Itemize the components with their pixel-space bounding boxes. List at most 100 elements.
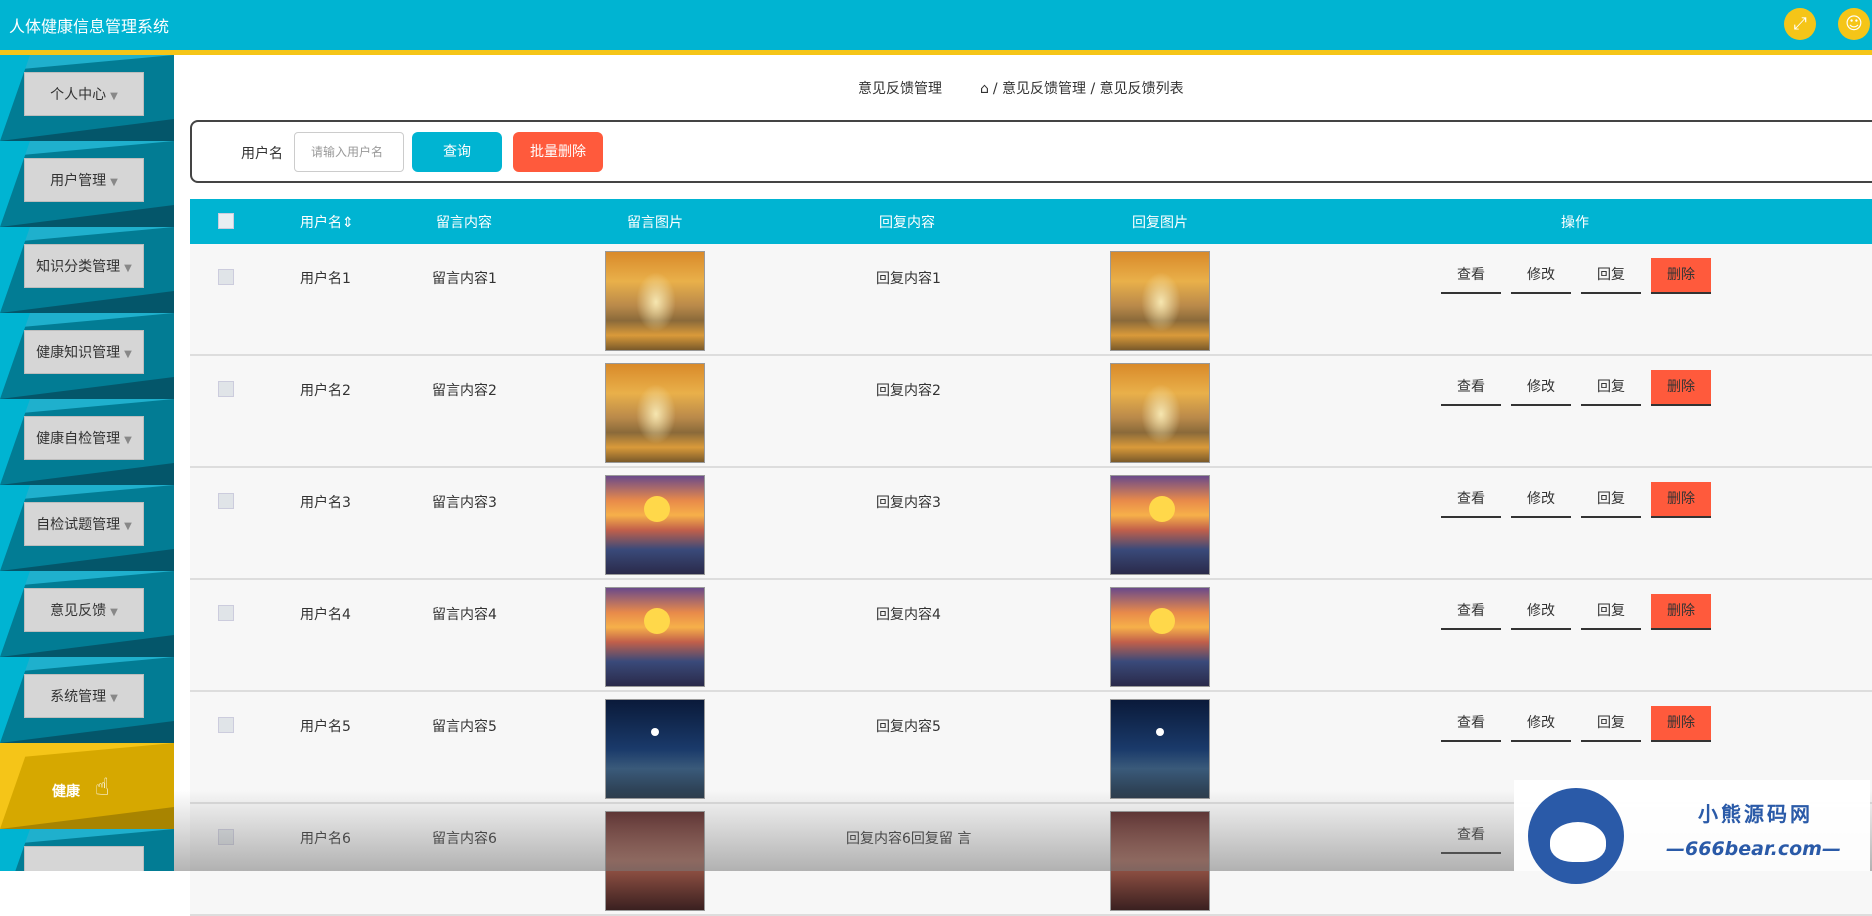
delete-button[interactable]: 删除 [1651, 370, 1711, 406]
sidebar-item-health-knowledge[interactable]: 健康知识管理 ▼ [0, 313, 174, 399]
reply-button[interactable]: 回复 [1581, 370, 1641, 406]
reply-image[interactable] [1110, 363, 1210, 463]
reply-image[interactable] [1110, 251, 1210, 351]
caret-down-icon: ▼ [110, 607, 118, 618]
sidebar-item-feedback[interactable]: 意见反馈 ▼ [0, 571, 174, 657]
caret-down-icon: ▼ [124, 263, 132, 274]
sidebar-button[interactable]: 健康知识管理 ▼ [24, 330, 144, 374]
sidebar-button[interactable] [24, 846, 144, 871]
reply-image[interactable] [1110, 811, 1210, 911]
caret-down-icon: ▼ [124, 521, 132, 532]
user-icon[interactable]: ☺ [1838, 8, 1870, 40]
row-checkbox[interactable] [218, 717, 234, 733]
header-reply-image: 回复图片 [1132, 215, 1188, 231]
cell-username: 用户名1 [300, 271, 351, 287]
view-button[interactable]: 查看 [1441, 370, 1501, 406]
edit-button[interactable]: 修改 [1511, 706, 1571, 742]
header-message-image: 留言图片 [627, 215, 683, 231]
delete-button[interactable]: 删除 [1651, 706, 1711, 742]
row-checkbox[interactable] [218, 381, 234, 397]
delete-button[interactable]: 删除 [1651, 594, 1711, 630]
cell-reply: 回复内容1 [876, 271, 941, 287]
table-row: 用户名1 留言内容1 回复内容1 查看 修改 回复 删除 [190, 244, 1872, 356]
cell-message: 留言内容4 [432, 607, 497, 623]
view-button[interactable]: 查看 [1441, 258, 1501, 294]
cell-reply: 回复内容2 [876, 383, 941, 399]
sidebar-item-partial[interactable] [0, 829, 174, 871]
sidebar-item-user-management[interactable]: 用户管理 ▼ [0, 141, 174, 227]
row-checkbox[interactable] [218, 493, 234, 509]
sidebar-button[interactable]: 用户管理 ▼ [24, 158, 144, 202]
sidebar-button[interactable]: 自检试题管理 ▼ [24, 502, 144, 546]
reply-image[interactable] [1110, 587, 1210, 687]
sidebar-item-health-active[interactable]: 健康 ☝ [0, 743, 174, 829]
message-image[interactable] [605, 699, 705, 799]
reply-button[interactable]: 回复 [1581, 482, 1641, 518]
caret-down-icon: ▼ [124, 349, 132, 360]
caret-down-icon: ▼ [110, 177, 118, 188]
watermark-logo: 小熊源码网 —666bear.com— [1514, 780, 1870, 884]
row-checkbox[interactable] [218, 829, 234, 845]
fullscreen-icon[interactable]: ⤢ [1784, 8, 1816, 40]
sidebar-item-label: 健康知识管理 [36, 345, 121, 361]
delete-button[interactable]: 删除 [1651, 258, 1711, 294]
message-image[interactable] [605, 363, 705, 463]
sidebar-item-personal-center[interactable]: 个人中心 ▼ [0, 55, 174, 141]
edit-button[interactable]: 修改 [1511, 482, 1571, 518]
sidebar-item-label: 健康 [52, 784, 80, 800]
cell-reply: 回复内容3 [876, 495, 941, 511]
reply-image[interactable] [1110, 475, 1210, 575]
view-button[interactable]: 查看 [1441, 706, 1501, 742]
header-message: 留言内容 [436, 215, 492, 231]
edit-button[interactable]: 修改 [1511, 370, 1571, 406]
select-all-checkbox[interactable] [218, 213, 234, 229]
breadcrumb: 意见反馈管理 ⌂ / 意见反馈管理 / 意见反馈列表 [190, 72, 1872, 104]
sidebar-button[interactable]: 个人中心 ▼ [24, 72, 144, 116]
row-checkbox[interactable] [218, 605, 234, 621]
reply-button[interactable]: 回复 [1581, 258, 1641, 294]
breadcrumb-text[interactable]: / 意见反馈管理 / 意见反馈列表 [993, 81, 1184, 97]
sidebar-button[interactable]: 知识分类管理 ▼ [24, 244, 144, 288]
sidebar-item-label: 个人中心 [50, 87, 107, 103]
home-icon[interactable]: ⌂ [980, 81, 989, 97]
table-row: 用户名2 留言内容2 回复内容2 查看 修改 回复 删除 [190, 356, 1872, 468]
cell-message: 留言内容1 [432, 271, 497, 287]
view-button[interactable]: 查看 [1441, 482, 1501, 518]
top-bar-stripe [0, 50, 1872, 55]
watermark-url: —666bear.com— [1666, 838, 1841, 860]
edit-button[interactable]: 修改 [1511, 594, 1571, 630]
batch-delete-button[interactable]: 批量删除 [513, 132, 603, 172]
caret-down-icon: ▼ [110, 91, 118, 102]
sidebar-item-self-check[interactable]: 健康自检管理 ▼ [0, 399, 174, 485]
sidebar-item-system[interactable]: 系统管理 ▼ [0, 657, 174, 743]
sidebar-item-label: 系统管理 [50, 689, 107, 705]
message-image[interactable] [605, 587, 705, 687]
sidebar-item-category-management[interactable]: 知识分类管理 ▼ [0, 227, 174, 313]
sidebar-button[interactable]: 意见反馈 ▼ [24, 588, 144, 632]
header-username[interactable]: 用户名⇕ [300, 212, 354, 232]
sidebar-button[interactable]: 系统管理 ▼ [24, 674, 144, 718]
sidebar-button[interactable]: 健康自检管理 ▼ [24, 416, 144, 460]
header-reply: 回复内容 [879, 215, 935, 231]
table-row: 用户名3 留言内容3 回复内容3 查看 修改 回复 删除 [190, 468, 1872, 580]
reply-button[interactable]: 回复 [1581, 706, 1641, 742]
delete-button[interactable]: 删除 [1651, 482, 1711, 518]
cell-message: 留言内容3 [432, 495, 497, 511]
message-image[interactable] [605, 251, 705, 351]
edit-button[interactable]: 修改 [1511, 258, 1571, 294]
message-image[interactable] [605, 475, 705, 575]
view-button[interactable]: 查看 [1441, 818, 1501, 854]
sidebar-item-label: 用户管理 [50, 173, 107, 189]
username-label: 用户名 [241, 146, 283, 162]
username-search-input[interactable] [294, 132, 404, 172]
query-button[interactable]: 查询 [412, 132, 502, 172]
message-image[interactable] [605, 811, 705, 911]
reply-image[interactable] [1110, 699, 1210, 799]
view-button[interactable]: 查看 [1441, 594, 1501, 630]
row-checkbox[interactable] [218, 269, 234, 285]
reply-button[interactable]: 回复 [1581, 594, 1641, 630]
cell-message: 留言内容6 [432, 831, 497, 847]
sidebar-item-label: 自检试题管理 [36, 517, 121, 533]
sidebar-item-question-management[interactable]: 自检试题管理 ▼ [0, 485, 174, 571]
header-actions: 操作 [1561, 215, 1589, 231]
